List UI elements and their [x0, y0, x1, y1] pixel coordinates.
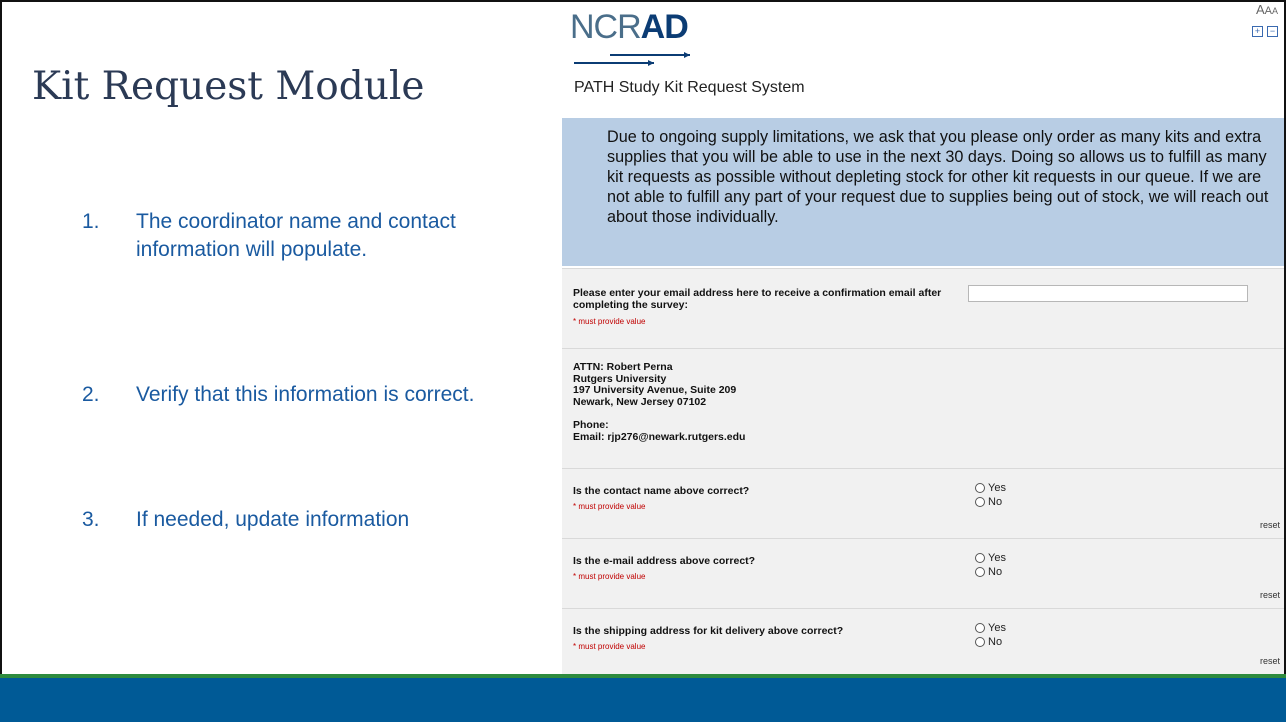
question-label: Is the e-mail address above correct? [573, 555, 756, 567]
reset-link[interactable]: reset [1260, 520, 1280, 530]
required-note: * must provide value [573, 317, 646, 326]
email-line: Email: rjp276@newark.rutgers.edu [573, 430, 746, 443]
yes-no-radio-group: Yes No [975, 621, 1006, 649]
step-item: 3. If needed, update information [82, 506, 409, 534]
step-item: 1. The coordinator name and contact info… [82, 208, 482, 264]
step-number: 3. [82, 508, 100, 531]
confirmation-email-input[interactable] [968, 285, 1248, 302]
email-question-label: Please enter your email address here to … [573, 287, 942, 311]
step-number: 1. [82, 210, 100, 233]
yes-no-radio-group: Yes No [975, 551, 1006, 579]
text-size-medium: A [1264, 5, 1272, 17]
city-line: Newark, New Jersey 07102 [573, 395, 707, 408]
email-question-row: Please enter your email address here to … [562, 268, 1284, 348]
text-size-large: A [1255, 2, 1265, 17]
footer-bar [0, 678, 1286, 722]
question-label: Is the shipping address for kit delivery… [573, 625, 844, 637]
radio-circle-icon [975, 483, 985, 493]
radio-no[interactable]: No [975, 495, 1006, 509]
step-text: If needed, update information [136, 508, 410, 531]
slide: Kit Request Module 1. The coordinator na… [0, 0, 1286, 722]
email-correct-question-row: Is the e-mail address above correct? * m… [562, 538, 1284, 608]
question-label: Is the contact name above correct? [573, 485, 750, 497]
radio-circle-icon [975, 553, 985, 563]
radio-yes-label: Yes [988, 552, 1006, 564]
supply-notice: Due to ongoing supply limitations, we as… [562, 118, 1284, 266]
logo-suffix: AD [640, 8, 689, 46]
step-item: 2. Verify that this information is corre… [82, 381, 474, 409]
reset-link[interactable]: reset [1260, 656, 1280, 666]
decrease-text-size-button[interactable]: − [1267, 26, 1278, 37]
step-number: 2. [82, 383, 100, 406]
survey-screenshot: NCRAD AAA + − PATH Study Kit Request Syst… [562, 0, 1284, 674]
radio-circle-icon [975, 637, 985, 647]
radio-circle-icon [975, 497, 985, 507]
radio-yes-label: Yes [988, 482, 1006, 494]
ncrad-logo: NCRAD [570, 8, 710, 66]
radio-no[interactable]: No [975, 565, 1006, 579]
attn-line: ATTN: Robert Perna [573, 361, 673, 373]
radio-yes[interactable]: Yes [975, 551, 1006, 565]
step-text: Verify that this information is correct. [136, 383, 475, 406]
radio-no-label: No [988, 496, 1003, 508]
increase-text-size-button[interactable]: + [1252, 26, 1263, 37]
radio-no[interactable]: No [975, 635, 1006, 649]
reset-link[interactable]: reset [1260, 590, 1280, 600]
survey-title: PATH Study Kit Request System [574, 79, 805, 96]
radio-yes-label: Yes [988, 622, 1006, 634]
text-size-small: A [1271, 6, 1278, 16]
radio-yes[interactable]: Yes [975, 621, 1006, 635]
radio-no-label: No [988, 566, 1003, 578]
radio-circle-icon [975, 623, 985, 633]
required-note: * must provide value [573, 502, 646, 511]
shipping-address-question-row: Is the shipping address for kit delivery… [562, 608, 1284, 674]
step-text: The coordinator name and contact informa… [136, 210, 456, 261]
street-line: 197 University Avenue, Suite 209 [573, 384, 737, 396]
logo-arrow-icon [574, 52, 690, 66]
logo-prefix: NCR [570, 8, 642, 46]
phone-line: Phone: [573, 419, 609, 431]
contact-address-block: ATTN: Robert Perna Rutgers University 19… [562, 348, 1284, 468]
slide-title: Kit Request Module [32, 64, 425, 109]
text-size-control: AAA + − [1248, 3, 1278, 39]
radio-circle-icon [975, 567, 985, 577]
radio-yes[interactable]: Yes [975, 481, 1006, 495]
radio-no-label: No [988, 636, 1003, 648]
required-note: * must provide value [573, 572, 646, 581]
required-note: * must provide value [573, 642, 646, 651]
contact-name-question-row: Is the contact name above correct? * mus… [562, 468, 1284, 538]
yes-no-radio-group: Yes No [975, 481, 1006, 509]
